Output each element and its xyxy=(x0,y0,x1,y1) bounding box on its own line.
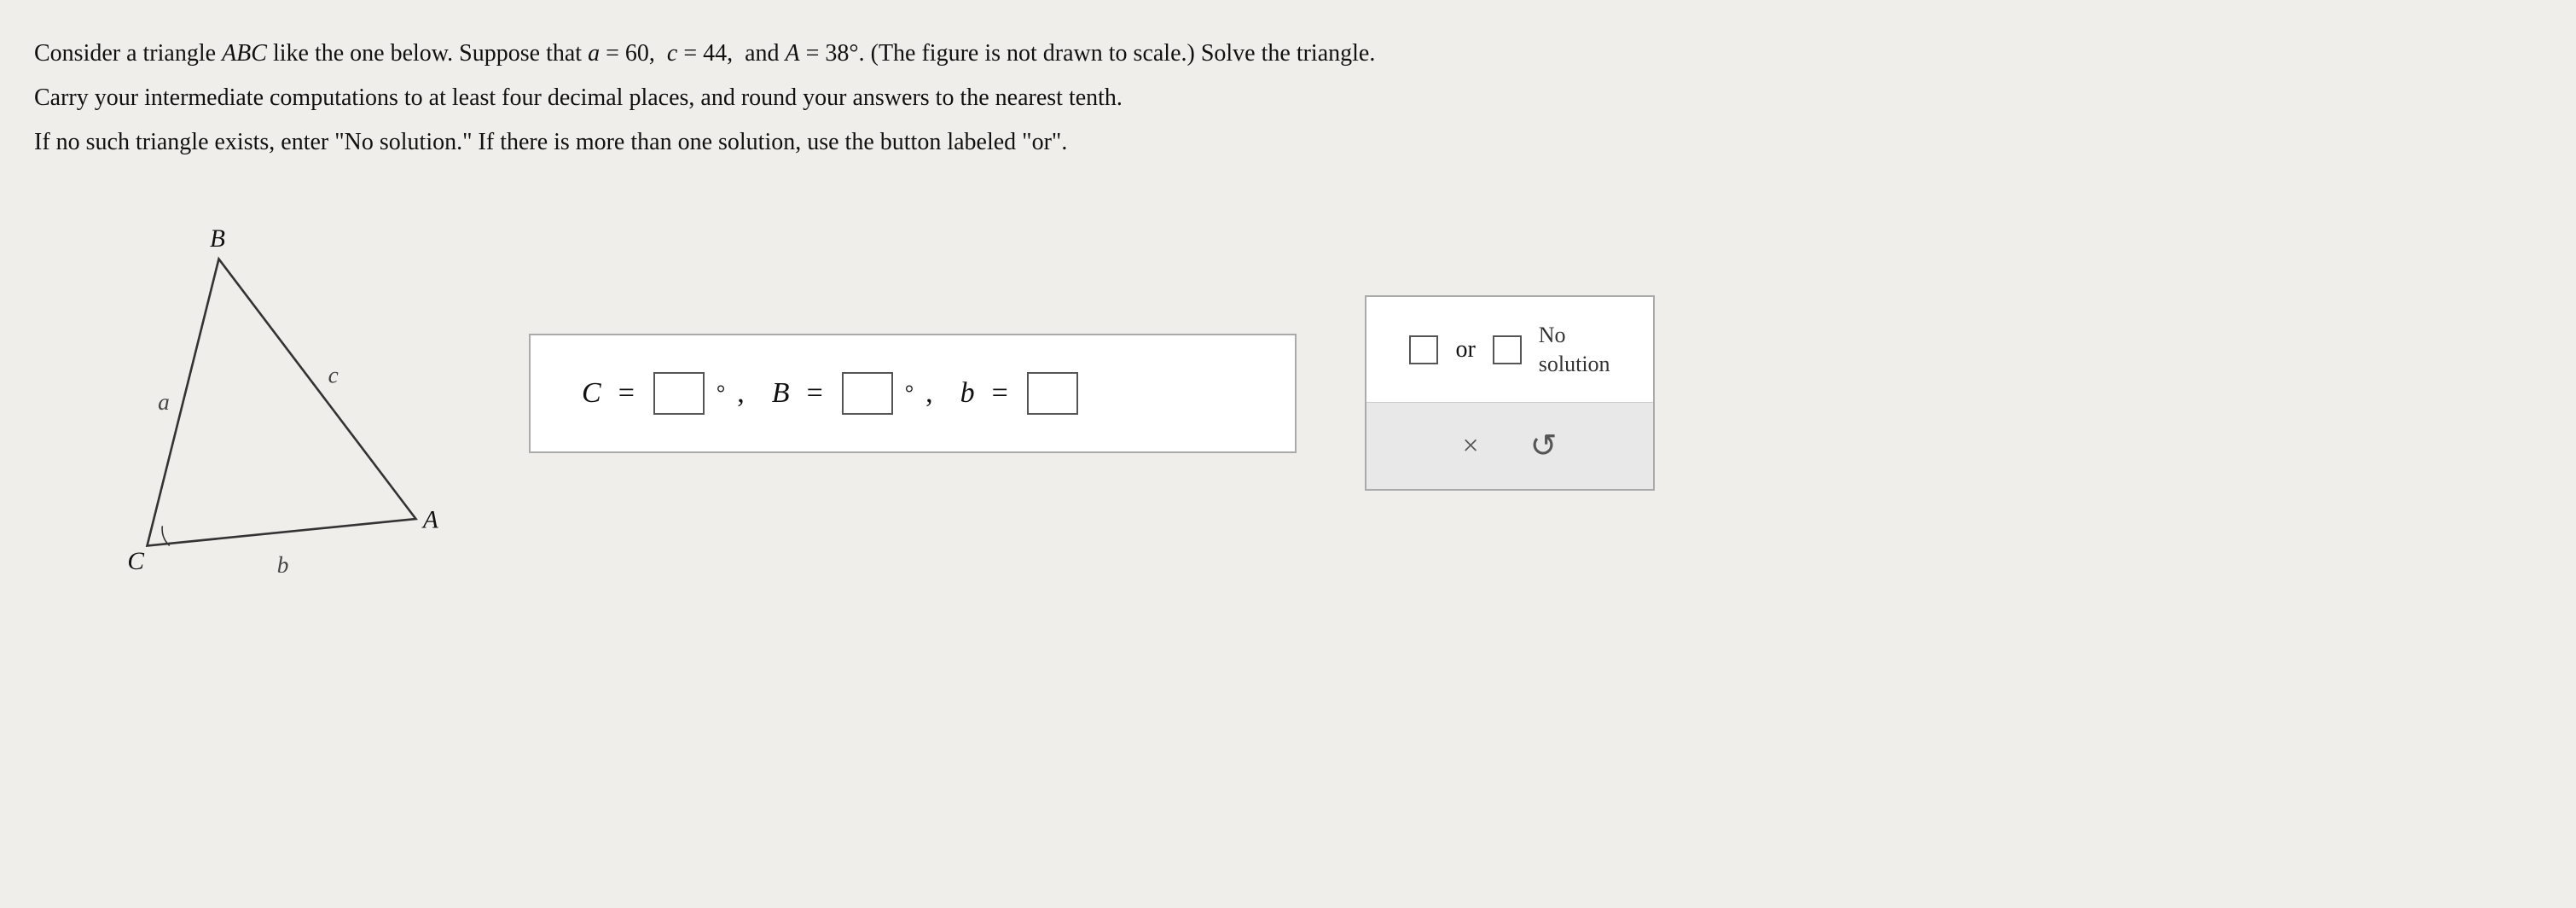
problem-text: Consider a triangle ABC like the one bel… xyxy=(34,34,2508,163)
b-angle-label: B xyxy=(772,377,790,410)
triangle-diagram: B A C a b c xyxy=(102,214,461,573)
or-label[interactable]: or xyxy=(1455,336,1475,364)
b-degree: ° xyxy=(905,381,914,406)
or-row: or Nosolution xyxy=(1366,297,1653,404)
equation-box: C = ° , B = ° , b = xyxy=(529,334,1297,453)
svg-text:B: B xyxy=(210,224,225,252)
c-comma: , xyxy=(737,377,745,410)
action-row: × ↺ xyxy=(1366,403,1653,489)
eq-content: C = ° , B = ° , b = xyxy=(582,372,1080,415)
b-side-input[interactable] xyxy=(1027,372,1078,415)
clear-button[interactable]: × xyxy=(1462,430,1478,463)
c-input[interactable] xyxy=(653,372,705,415)
problem-line1: Consider a triangle ABC like the one bel… xyxy=(34,34,2508,73)
or-checkbox-right[interactable] xyxy=(1493,335,1522,364)
page-container: Consider a triangle ABC like the one bel… xyxy=(34,34,2542,573)
main-content: B A C a b c C = xyxy=(34,214,2542,573)
b-angle-input[interactable] xyxy=(842,372,893,415)
undo-button[interactable]: ↺ xyxy=(1530,427,1558,465)
b-comma: , xyxy=(925,377,933,410)
c-equals: = xyxy=(618,377,635,410)
undo-icon: ↺ xyxy=(1530,427,1558,465)
problem-line2: Carry your intermediate computations to … xyxy=(34,79,2508,118)
svg-text:c: c xyxy=(328,362,339,387)
svg-text:A: A xyxy=(421,506,439,533)
b-side-equals: = xyxy=(992,377,1008,410)
svg-text:a: a xyxy=(158,388,170,414)
or-checkbox-left[interactable] xyxy=(1409,335,1438,364)
b-side-label: b xyxy=(960,377,975,410)
svg-text:C: C xyxy=(127,547,144,572)
clear-icon: × xyxy=(1462,430,1478,463)
no-solution-label: Nosolution xyxy=(1539,321,1610,379)
side-panel: or Nosolution × ↺ xyxy=(1365,295,1655,492)
c-degree: ° xyxy=(717,381,725,406)
problem-line3: If no such triangle exists, enter "No so… xyxy=(34,123,2508,162)
svg-text:b: b xyxy=(277,552,289,573)
c-variable-label: C xyxy=(582,377,601,410)
b-angle-equals: = xyxy=(807,377,823,410)
